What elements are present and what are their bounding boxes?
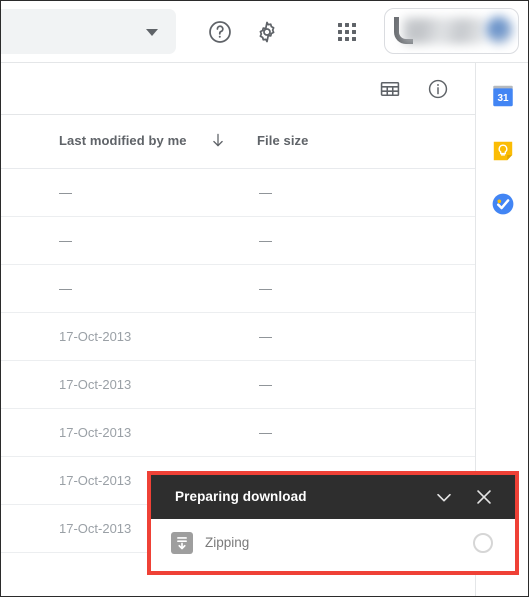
dropdown-caret-icon[interactable] (146, 28, 158, 36)
info-circle-icon[interactable] (427, 78, 449, 100)
table-row[interactable]: 17-Oct-2013 — (1, 361, 475, 409)
table-row[interactable]: — — (1, 265, 475, 313)
cell-file-size: — (259, 377, 272, 392)
cell-file-size: — (259, 329, 272, 344)
cell-last-modified: — (59, 185, 72, 200)
cell-last-modified: — (59, 281, 72, 296)
cell-last-modified: 17-Oct-2013 (59, 425, 132, 440)
cell-file-size: — (259, 425, 272, 440)
table-row[interactable]: — — (1, 169, 475, 217)
arrow-down-icon[interactable] (209, 131, 227, 149)
cell-last-modified: 17-Oct-2013 (59, 329, 132, 344)
preparing-download-dialog: Preparing download Zipping (147, 471, 519, 575)
apps-grid-icon[interactable] (335, 20, 359, 44)
account-name-redacted (403, 18, 485, 44)
google-calendar-icon[interactable]: 31 (490, 83, 516, 109)
table-row[interactable]: 17-Oct-2013 — (1, 409, 475, 457)
table-row[interactable]: 17-Oct-2013 — (1, 313, 475, 361)
grid-view-icon[interactable] (379, 78, 401, 100)
cell-last-modified: 17-Oct-2013 (59, 377, 132, 392)
close-icon[interactable] (473, 486, 495, 508)
column-headers: Last modified by me File size (1, 115, 475, 169)
dialog-header: Preparing download (151, 475, 515, 519)
table-row[interactable]: — — (1, 217, 475, 265)
google-tasks-icon[interactable] (490, 191, 516, 217)
cell-file-size: — (259, 185, 272, 200)
cell-last-modified: 17-Oct-2013 (59, 473, 132, 488)
drive-window: Last modified by me File size — — — — — —17-O… (0, 0, 529, 597)
gear-icon[interactable] (254, 19, 280, 45)
search-input[interactable] (1, 9, 176, 54)
svg-text:31: 31 (497, 93, 509, 104)
column-header-last-modified[interactable]: Last modified by me (59, 133, 187, 148)
zip-file-icon (171, 532, 193, 554)
download-status-label: Zipping (205, 535, 250, 550)
dialog-title: Preparing download (175, 489, 307, 504)
list-toolbar (1, 63, 475, 115)
cell-last-modified: 17-Oct-2013 (59, 521, 132, 536)
help-circle-icon[interactable] (207, 19, 233, 45)
top-bar (1, 1, 528, 63)
cell-file-size: — (259, 233, 272, 248)
cell-last-modified: — (59, 233, 72, 248)
cell-file-size: — (259, 281, 272, 296)
column-header-file-size[interactable]: File size (257, 133, 308, 148)
dialog-body: Zipping (151, 519, 515, 571)
google-keep-icon[interactable] (490, 138, 516, 164)
spinner-icon (473, 533, 493, 553)
avatar[interactable] (485, 16, 513, 44)
chevron-down-icon[interactable] (433, 486, 455, 508)
account-chip[interactable] (384, 8, 519, 54)
